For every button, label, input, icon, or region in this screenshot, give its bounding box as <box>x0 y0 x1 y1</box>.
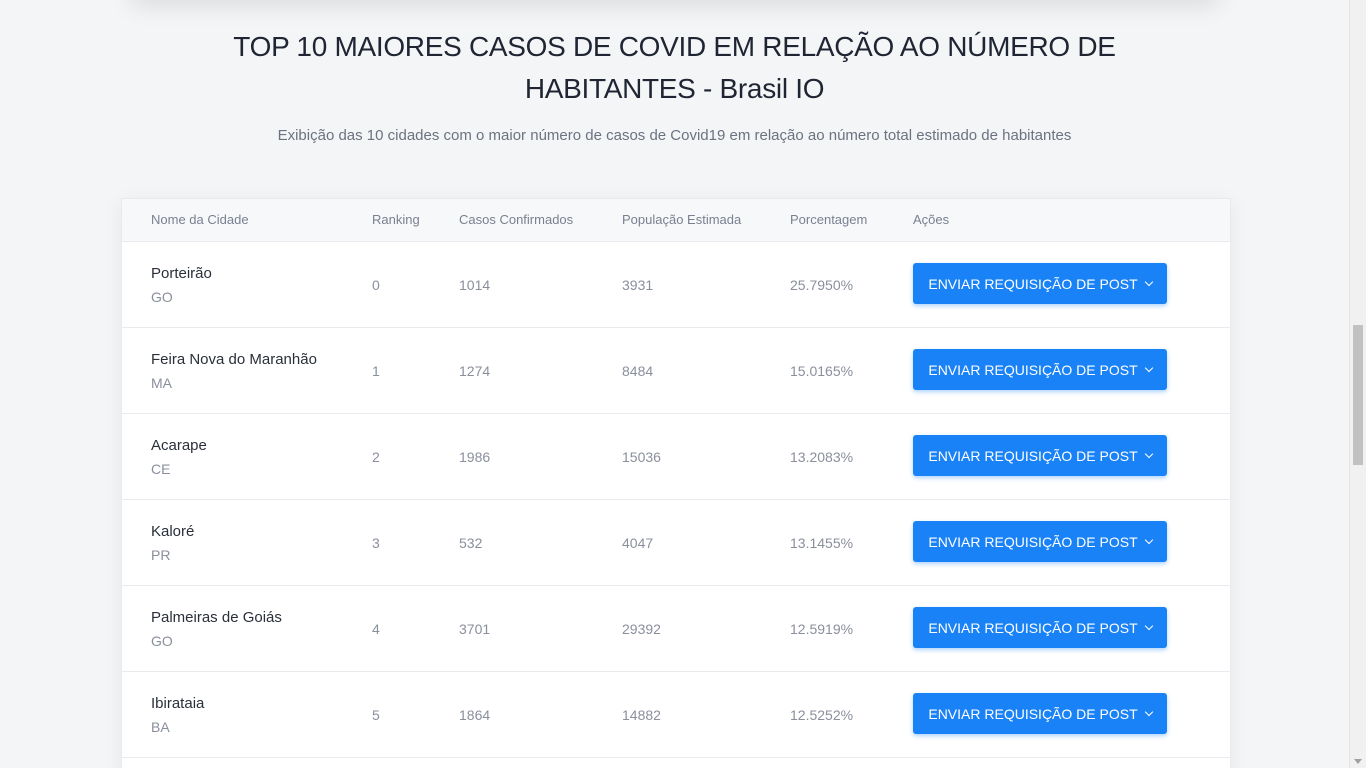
percentage-value: 13.1455% <box>790 535 854 551</box>
population-value: 14882 <box>622 707 661 723</box>
city-state: CE <box>151 461 171 477</box>
table-row: Palmeiras de Goiás GO 4 3701 29392 12.59… <box>122 586 1230 672</box>
column-header-city: Nome da Cidade <box>151 212 249 227</box>
chevron-down-icon <box>1144 277 1153 286</box>
percentage-value: 12.5252% <box>790 707 854 723</box>
table-row: Kaloré PR 3 532 4047 13.1455% ENVIAR REQ… <box>122 500 1230 586</box>
table-row <box>122 758 1230 768</box>
percentage-value: 15.0165% <box>790 363 854 379</box>
city-state: PR <box>151 547 171 563</box>
city-name: Acarape <box>151 437 207 454</box>
chevron-down-icon <box>1144 621 1153 630</box>
ranking-table: Nome da Cidade Ranking Casos Confirmados… <box>121 198 1231 768</box>
cases-value: 1014 <box>459 277 491 293</box>
table-row: Acarape CE 2 1986 15036 13.2083% ENVIAR … <box>122 414 1230 500</box>
city-state: MA <box>151 375 172 391</box>
cases-value: 1864 <box>459 707 491 723</box>
send-post-button-label: ENVIAR REQUISIÇÃO DE POST <box>928 533 1138 550</box>
send-post-button[interactable]: ENVIAR REQUISIÇÃO DE POST <box>913 435 1167 476</box>
chevron-down-icon <box>1144 707 1153 716</box>
send-post-button[interactable]: ENVIAR REQUISIÇÃO DE POST <box>913 521 1167 562</box>
scroll-down-arrow-icon[interactable] <box>1354 759 1362 764</box>
ranking-value: 5 <box>372 707 380 723</box>
city-name: Kaloré <box>151 523 195 540</box>
cases-value: 3701 <box>459 621 491 637</box>
table-header: Nome da Cidade Ranking Casos Confirmados… <box>122 199 1230 242</box>
page-header: TOP 10 MAIORES CASOS DE COVID EM RELAÇÃO… <box>0 0 1349 144</box>
send-post-button-label: ENVIAR REQUISIÇÃO DE POST <box>928 275 1138 292</box>
page: TOP 10 MAIORES CASOS DE COVID EM RELAÇÃO… <box>0 0 1349 768</box>
send-post-button-label: ENVIAR REQUISIÇÃO DE POST <box>928 447 1138 464</box>
cases-value: 1986 <box>459 449 491 465</box>
ranking-value: 4 <box>372 621 380 637</box>
ranking-value: 1 <box>372 363 380 379</box>
city-name: Palmeiras de Goiás <box>151 609 282 626</box>
column-header-percentage: Porcentagem <box>790 212 868 227</box>
population-value: 3931 <box>622 277 654 293</box>
page-title: TOP 10 MAIORES CASOS DE COVID EM RELAÇÃO… <box>233 31 1116 104</box>
population-value: 4047 <box>622 535 654 551</box>
chevron-down-icon <box>1144 363 1153 372</box>
send-post-button-label: ENVIAR REQUISIÇÃO DE POST <box>928 361 1138 378</box>
city-name: Ibirataia <box>151 695 205 712</box>
column-header-ranking: Ranking <box>372 212 420 227</box>
send-post-button[interactable]: ENVIAR REQUISIÇÃO DE POST <box>913 349 1167 390</box>
population-value: 29392 <box>622 621 661 637</box>
send-post-button[interactable]: ENVIAR REQUISIÇÃO DE POST <box>913 693 1167 734</box>
send-post-button[interactable]: ENVIAR REQUISIÇÃO DE POST <box>913 263 1167 304</box>
column-header-cases: Casos Confirmados <box>459 212 574 227</box>
percentage-value: 13.2083% <box>790 449 854 465</box>
send-post-button-label: ENVIAR REQUISIÇÃO DE POST <box>928 705 1138 722</box>
city-name: Feira Nova do Maranhão <box>151 351 317 368</box>
send-post-button[interactable]: ENVIAR REQUISIÇÃO DE POST <box>913 607 1167 648</box>
percentage-value: 25.7950% <box>790 277 854 293</box>
column-header-actions: Ações <box>913 212 950 227</box>
cases-value: 532 <box>459 535 483 551</box>
ranking-value: 2 <box>372 449 380 465</box>
table-row: Porteirão GO 0 1014 3931 25.7950% ENVIAR… <box>122 242 1230 328</box>
population-value: 15036 <box>622 449 661 465</box>
percentage-value: 12.5919% <box>790 621 854 637</box>
city-state: GO <box>151 289 173 305</box>
ranking-value: 3 <box>372 535 380 551</box>
page-subtitle: Exibição das 10 cidades com o maior núme… <box>277 127 1072 144</box>
ranking-value: 0 <box>372 277 380 293</box>
cases-value: 1274 <box>459 363 491 379</box>
send-post-button-label: ENVIAR REQUISIÇÃO DE POST <box>928 619 1138 636</box>
scrollbar-thumb[interactable] <box>1353 325 1363 465</box>
city-state: BA <box>151 719 170 735</box>
column-header-population: População Estimada <box>622 212 742 227</box>
table-row: Feira Nova do Maranhão MA 1 1274 8484 15… <box>122 328 1230 414</box>
city-name: Porteirão <box>151 265 212 282</box>
chevron-down-icon <box>1144 449 1153 458</box>
population-value: 8484 <box>622 363 654 379</box>
table-row: Ibirataia BA 5 1864 14882 12.5252% ENVIA… <box>122 672 1230 758</box>
chevron-down-icon <box>1144 535 1153 544</box>
vertical-scrollbar[interactable] <box>1349 0 1366 768</box>
city-state: GO <box>151 633 173 649</box>
